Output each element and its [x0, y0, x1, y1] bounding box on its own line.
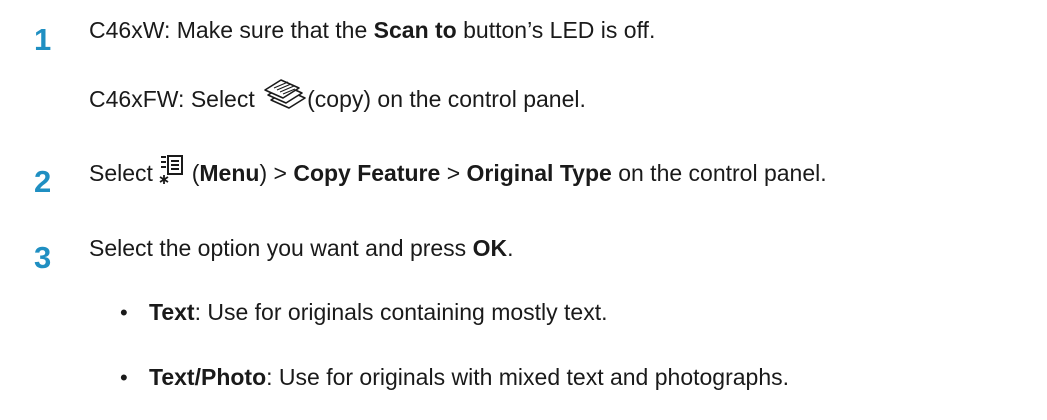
- menu-icon: [159, 155, 185, 189]
- step-2-p5: on the control panel.: [611, 160, 827, 187]
- step-3-number: 3: [34, 240, 52, 275]
- step-3-line: Select the option you want and press OK.: [89, 237, 513, 260]
- copy-feature-label: Copy Feature: [293, 160, 441, 187]
- step-1-line-1-suffix: button’s LED is off.: [456, 17, 656, 43]
- step-1-line-1-prefix: C46xW: Make sure that the: [89, 17, 374, 43]
- step-2-p3: ) >: [259, 160, 294, 187]
- step-2-p4: >: [440, 160, 467, 187]
- step-1-line-2-suffix: (copy) on the control panel.: [307, 86, 586, 113]
- option-text-photo-label: Text/Photo: [149, 364, 267, 390]
- step-3-suffix: .: [507, 235, 514, 261]
- option-text: Text: Use for originals containing mostl…: [149, 301, 608, 324]
- bullet-2: •: [120, 365, 128, 390]
- step-2-p1: Select: [89, 160, 160, 187]
- step-1-line-2: C46xFW: Select (copy) on the control pan…: [89, 79, 586, 118]
- original-type-label: Original Type: [466, 160, 612, 187]
- scan-to-button-label: Scan to: [373, 17, 457, 43]
- step-2-number: 2: [34, 164, 52, 199]
- ok-label: OK: [472, 235, 508, 261]
- step-3-prefix: Select the option you want and press: [89, 235, 473, 261]
- option-text-desc: : Use for originals containing mostly te…: [194, 299, 608, 325]
- menu-label: Menu: [199, 160, 260, 187]
- option-text-photo: Text/Photo: Use for originals with mixed…: [149, 366, 789, 389]
- step-2-line: Select (Menu) > Copy Feature > Original …: [89, 155, 827, 189]
- step-1-line-2-prefix: C46xFW: Select: [89, 86, 262, 113]
- step-1-line-1: C46xW: Make sure that the Scan to button…: [89, 19, 655, 42]
- option-text-photo-desc: : Use for originals with mixed text and …: [266, 364, 790, 390]
- bullet-1: •: [120, 300, 128, 325]
- option-text-label: Text: [149, 299, 195, 325]
- step-1-number: 1: [34, 22, 52, 57]
- copy-icon: [261, 79, 307, 118]
- step-2-p2: (: [185, 160, 200, 187]
